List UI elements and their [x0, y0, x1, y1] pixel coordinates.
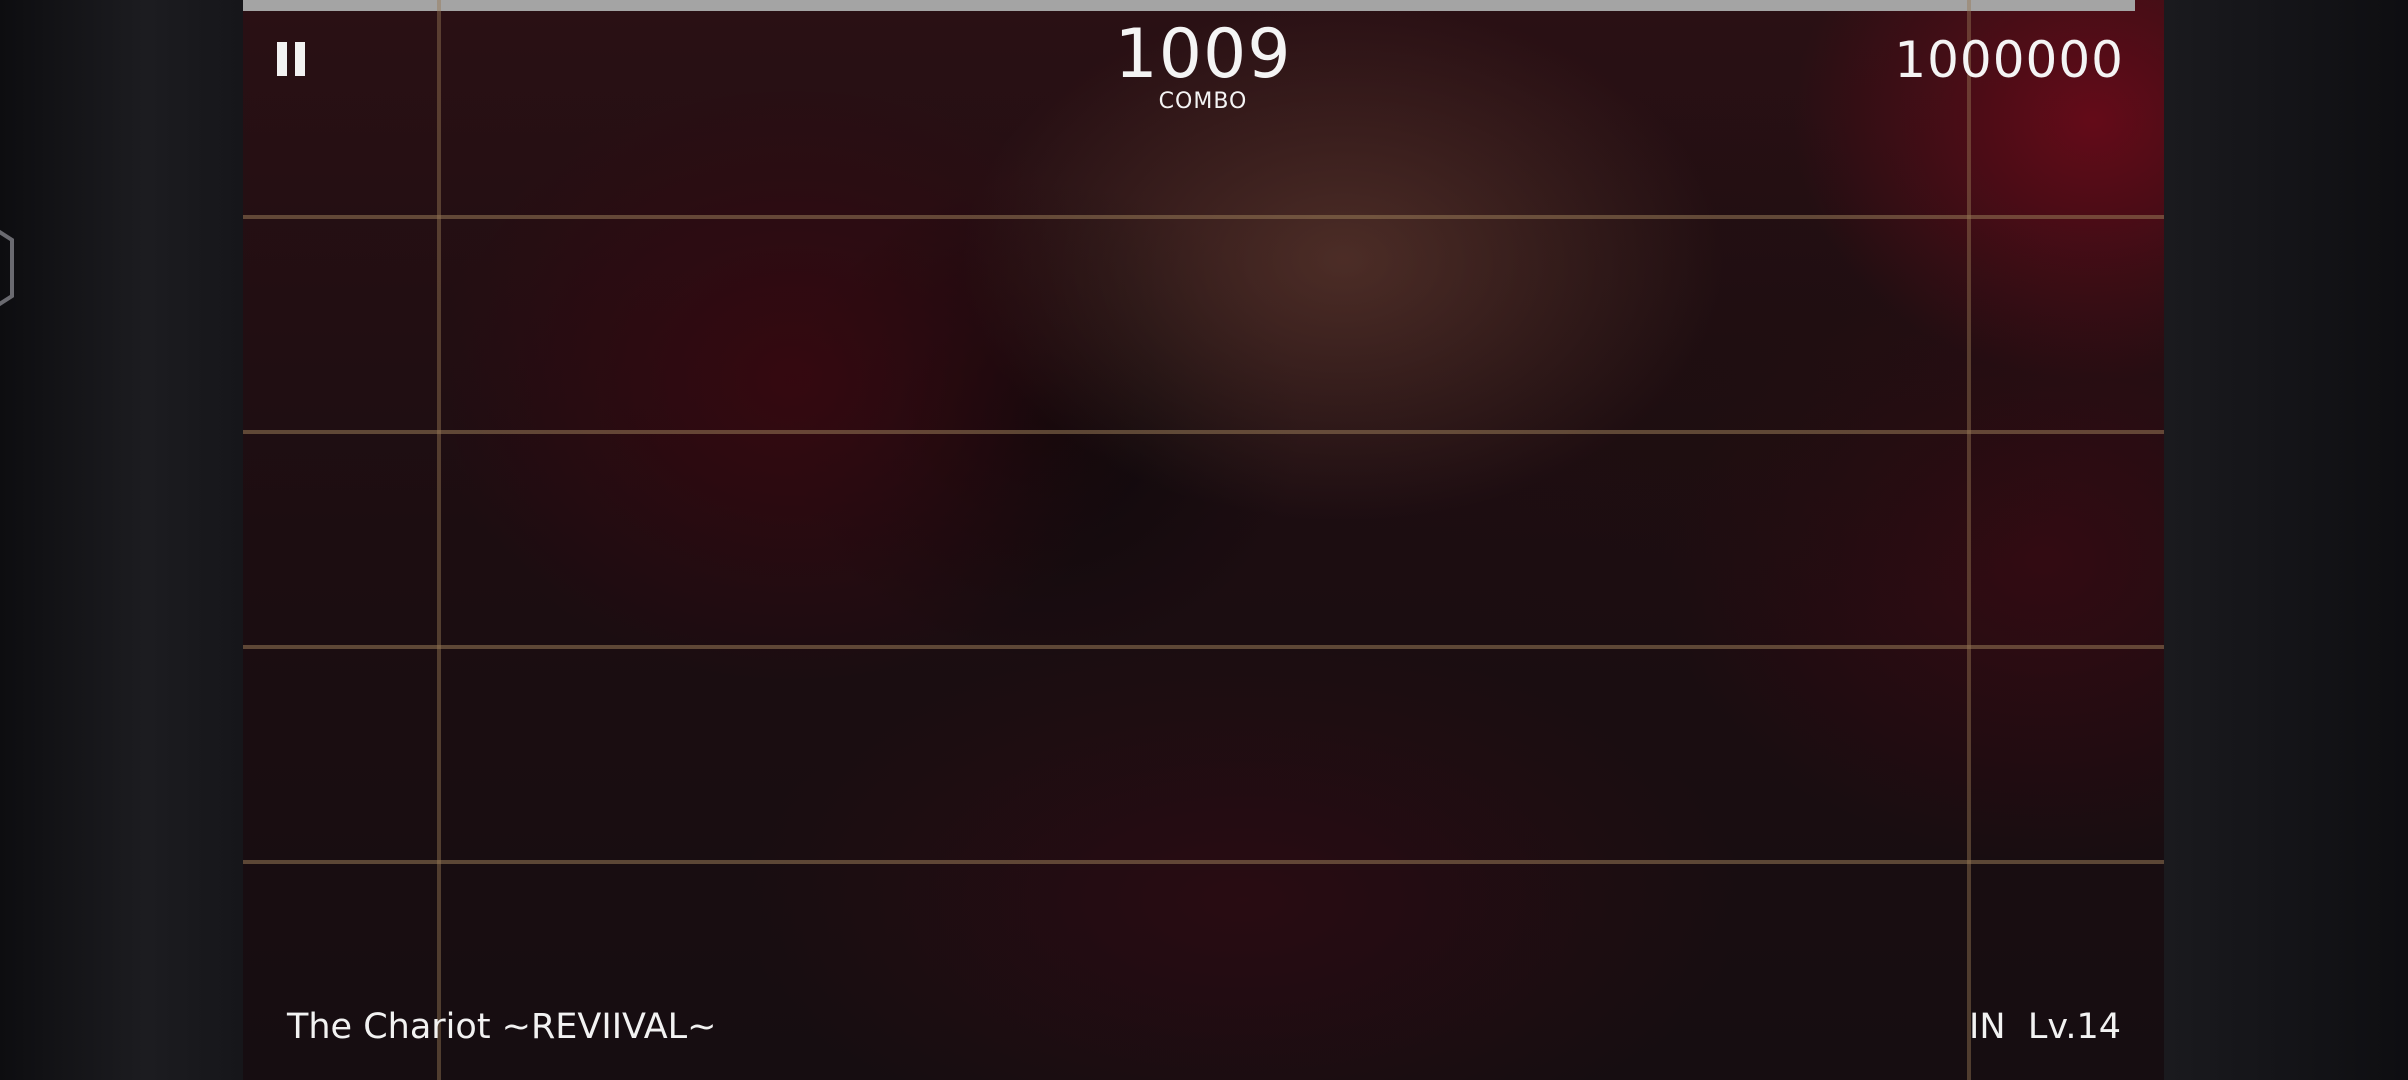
judgement-grid-line	[243, 645, 2164, 649]
song-title: The Chariot ~REVIIVAL~	[287, 1007, 717, 1047]
difficulty-level: IN Lv.14	[1969, 1005, 2121, 1049]
game-screen: 1009 COMBO 1000000 The Chariot ~REVIIVAL…	[0, 0, 2408, 1080]
hexagon-edge-icon	[0, 218, 14, 318]
judgement-grid-line	[243, 430, 2164, 434]
song-progress-bar	[243, 0, 2135, 11]
right-side-panel	[2164, 0, 2408, 1080]
judgement-grid-line	[243, 860, 2164, 864]
combo-label: COMBO	[1158, 89, 1248, 114]
pause-icon-bar	[295, 42, 305, 76]
score-display: 1000000	[1894, 31, 2124, 89]
combo-display: 1009 COMBO	[1003, 14, 1403, 114]
judgement-grid-line	[243, 215, 2164, 219]
lane-boundary-line	[437, 0, 441, 1080]
combo-count: 1009	[1114, 15, 1292, 94]
playfield[interactable]: 1009 COMBO 1000000 The Chariot ~REVIIVAL…	[243, 0, 2164, 1080]
difficulty-name: IN	[1969, 1007, 2006, 1047]
level-label: Lv.14	[2027, 1007, 2121, 1047]
lane-boundary-line	[1967, 0, 1971, 1080]
left-side-panel	[0, 0, 243, 1080]
pause-icon	[277, 42, 287, 76]
pause-button[interactable]	[273, 38, 313, 80]
